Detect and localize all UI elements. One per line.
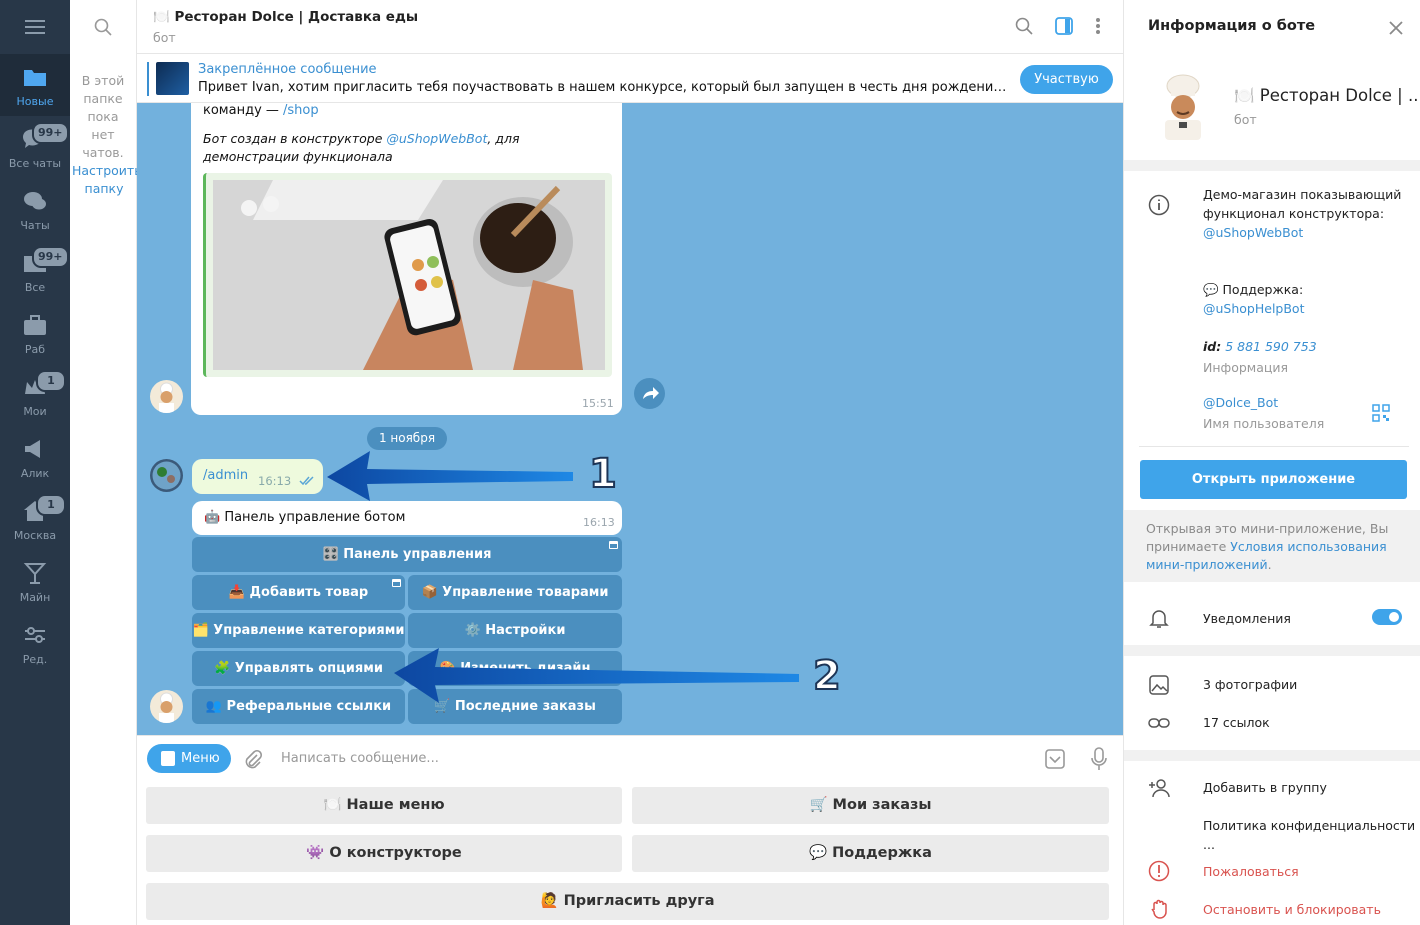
links-link[interactable]: 17 ссылок (1203, 713, 1270, 732)
reply-keyboard: 🍽️ Наше меню 🛒 Мои заказы 👾 О конструкто… (137, 781, 1123, 925)
open-app-button[interactable]: Открыть приложение (1140, 460, 1407, 499)
folder-work[interactable]: Раб (0, 302, 70, 364)
add-to-group-button[interactable]: Добавить в группу (1203, 778, 1327, 797)
pinned-title: Закреплённое сообщение (198, 62, 377, 77)
bot-description: Демо-магазин показывающий функционал кон… (1203, 187, 1402, 240)
chat-header[interactable]: 🍽️ Ресторан Dolce | Доставка еды бот (137, 0, 1123, 54)
search-icon[interactable] (1015, 17, 1033, 35)
folder-mine[interactable]: 1 Мои (0, 364, 70, 426)
link-icon (1148, 718, 1170, 728)
info-title: Информация о боте (1148, 18, 1316, 34)
more-vertical-icon[interactable] (1095, 17, 1101, 35)
keyboard-toggle-icon[interactable] (1045, 749, 1065, 769)
username-caption: Имя пользователя (1203, 416, 1325, 431)
search-icon[interactable] (94, 18, 112, 36)
briefcase-icon (24, 315, 46, 335)
keyboard-button-invite[interactable]: 🙋 Пригласить друга (146, 883, 1109, 920)
qr-code-icon[interactable] (1372, 404, 1390, 422)
menu-list-icon (161, 751, 175, 766)
message-history[interactable]: команду — /shop Бот создан в конструктор… (137, 103, 1123, 735)
add-user-icon (1149, 779, 1170, 798)
pinned-bar (147, 62, 149, 96)
username-link[interactable]: @Dolce_Bot (1203, 393, 1278, 412)
report-button[interactable]: Пожаловаться (1203, 862, 1299, 881)
notifications-toggle[interactable] (1372, 609, 1402, 625)
annotation-number-1: 1 (588, 450, 618, 498)
support-bot-link[interactable]: @uShopHelpBot (1203, 301, 1304, 316)
mini-app-disclaimer: Открывая это мини-приложение, Вы принима… (1124, 510, 1420, 582)
setup-folder-link[interactable]: Настроить папку (72, 162, 142, 198)
pinned-thumbnail (156, 62, 189, 95)
empty-folder-text: В этой папке пока нет чатов. (81, 73, 125, 160)
chat-area: 🍽️ Ресторан Dolce | Доставка еды бот Зак… (137, 0, 1123, 925)
report-icon (1148, 860, 1170, 882)
close-icon[interactable] (1388, 20, 1404, 36)
menu-hamburger-icon[interactable] (0, 0, 70, 54)
folder-chats[interactable]: Чаты (0, 178, 70, 240)
bot-menu-button[interactable]: Меню (147, 744, 231, 773)
block-button[interactable]: Остановить и блокировать (1203, 900, 1381, 919)
unread-badge: 99+ (32, 122, 69, 144)
folder-main[interactable]: Майн (0, 550, 70, 612)
keyboard-button-support[interactable]: 💬 Поддержка (632, 835, 1109, 872)
pinned-message[interactable]: Закреплённое сообщение Привет Ivan, хоти… (137, 55, 1123, 103)
megaphone-icon (25, 440, 40, 458)
bell-icon (1149, 610, 1169, 628)
bot-info-panel: Информация о боте 🍽️ Ресторан Dolce | ..… (1123, 0, 1420, 925)
chat-title: 🍽️ Ресторан Dolce | Доставка еды (153, 9, 419, 25)
bot-name: 🍽️ Ресторан Dolce | ... (1234, 86, 1420, 105)
chat-subtitle: бот (153, 30, 176, 45)
folder-edit[interactable]: Ред. (0, 612, 70, 674)
bot-profile-avatar[interactable] (1148, 70, 1218, 140)
message-input[interactable]: Написать сообщение... (281, 751, 439, 766)
microphone-icon[interactable] (1091, 747, 1107, 771)
support-info: 💬 Поддержка: @uShopHelpBot (1203, 282, 1305, 316)
privacy-policy-button[interactable]: Политика конфиденциальности ... (1203, 816, 1420, 854)
annotation-arrows (327, 451, 799, 703)
bot-id: id: 5 881 590 753 (1203, 339, 1317, 354)
hand-stop-icon (1151, 899, 1167, 919)
unread-badge: 1 (36, 370, 66, 392)
folder-all[interactable]: 99+ Все (0, 240, 70, 302)
notifications-label: Уведомления (1203, 611, 1291, 626)
cocktail-icon (23, 563, 47, 584)
sliders-icon (25, 627, 45, 643)
chat-bubbles-icon (24, 192, 46, 210)
photos-link[interactable]: 3 фотографии (1203, 675, 1297, 694)
info-icon (1148, 194, 1170, 216)
keyboard-button-my-orders[interactable]: 🛒 Мои заказы (632, 787, 1109, 824)
keyboard-button-about[interactable]: 👾 О конструкторе (146, 835, 622, 872)
unread-badge: 1 (36, 494, 66, 516)
bot-type: бот (1234, 112, 1257, 127)
folders-rail: Новые 99+ Все чаты Чаты 99+ Все Раб 1 Мо… (0, 0, 70, 925)
join-button[interactable]: Участвую (1020, 65, 1113, 94)
id-caption: Информация (1203, 360, 1289, 375)
pinned-text: Привет Ivan, хотим пригласить тебя поуча… (198, 80, 1010, 95)
unread-badge: 99+ (32, 246, 69, 268)
folder-new[interactable]: Новые (0, 54, 70, 116)
keyboard-button-our-menu[interactable]: 🍽️ Наше меню (146, 787, 622, 824)
photo-icon (1149, 675, 1169, 695)
chat-list: В этой папке пока нет чатов. Настроить п… (70, 0, 142, 925)
folder-alik[interactable]: Алик (0, 426, 70, 488)
annotation-number-2: 2 (812, 652, 842, 700)
folder-moscow[interactable]: 1 Москва (0, 488, 70, 550)
composer: Меню Написать сообщение... (137, 735, 1123, 781)
folder-icon (24, 70, 46, 86)
folder-all-chats[interactable]: 99+ Все чаты (0, 116, 70, 178)
ushop-web-bot-link[interactable]: @uShopWebBot (1203, 225, 1303, 240)
attach-icon[interactable] (243, 749, 263, 769)
sidebar-toggle-icon[interactable] (1055, 17, 1073, 35)
